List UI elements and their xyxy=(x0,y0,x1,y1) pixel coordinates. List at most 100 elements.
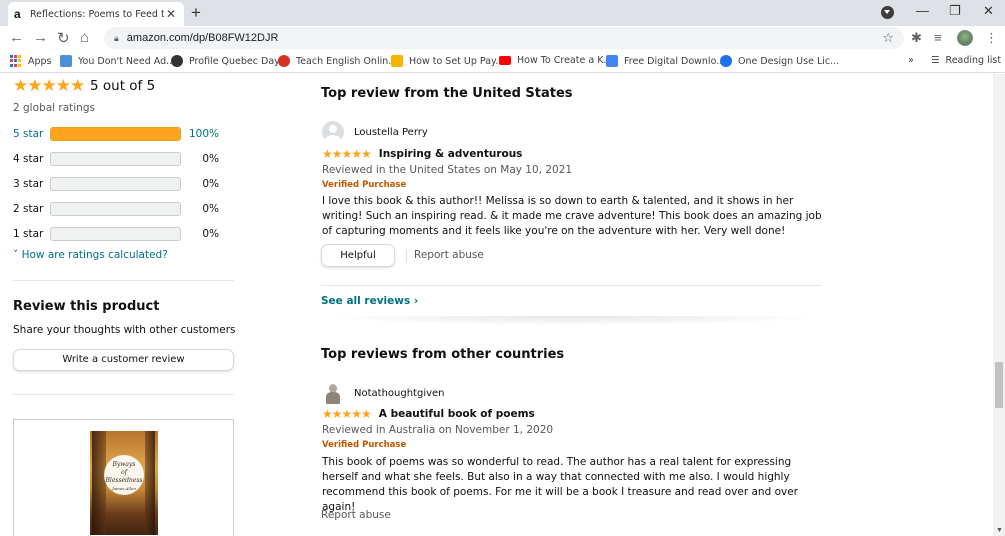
divider xyxy=(13,394,234,395)
divider xyxy=(321,285,822,286)
globe-icon xyxy=(171,55,183,67)
bookmark-item[interactable]: Free Digital Downlo... xyxy=(606,55,725,67)
review-headline[interactable]: ★★★★★ Inspiring & adventurous xyxy=(322,147,522,161)
review-title: Inspiring & adventurous xyxy=(378,148,523,160)
bookmark-item[interactable]: You Don't Need Ad... xyxy=(60,55,175,67)
reload-icon[interactable]: ↻ xyxy=(57,29,70,47)
bookmark-label: How to Set Up Pay... xyxy=(409,55,505,67)
review-date: Reviewed in the United States on May 10,… xyxy=(322,164,573,176)
menu-kebab-icon[interactable]: ⋮ xyxy=(985,30,998,46)
global-ratings-count: 2 global ratings xyxy=(13,102,95,114)
review-body: This book of poems was so wonderful to r… xyxy=(322,456,798,513)
bookmark-favicon-icon xyxy=(278,55,290,67)
tab-search-icon[interactable] xyxy=(881,6,894,19)
cover-title-line: Blessedness xyxy=(105,477,143,484)
bookmarks-overflow-button[interactable]: » xyxy=(908,55,914,66)
how-ratings-calculated-link[interactable]: ˅ How are ratings calculated? xyxy=(13,249,168,261)
close-window-icon[interactable]: ✕ xyxy=(983,3,994,19)
rating-stars-icon[interactable]: ★★★★★ xyxy=(13,76,85,96)
histogram-percent: 100% xyxy=(188,128,219,140)
reading-list-icon: ☰ xyxy=(931,55,940,66)
bookmark-label: Free Digital Downlo... xyxy=(624,55,726,67)
new-tab-button[interactable]: + xyxy=(191,3,201,23)
bookmark-label: Teach English Onlin... xyxy=(296,55,398,67)
youtube-icon xyxy=(499,56,511,65)
reading-list-button[interactable]: ☰ Reading list xyxy=(931,55,1001,66)
review-product-heading: Review this product xyxy=(13,299,160,314)
how-ratings-label: How are ratings calculated? xyxy=(21,249,168,261)
amazon-favicon-icon: a xyxy=(14,7,21,21)
close-tab-icon[interactable]: ✕ xyxy=(164,7,178,21)
cover-tree-graphic xyxy=(145,431,155,535)
sponsored-product-card[interactable]: Byways of Blessedness James Allen xyxy=(13,419,234,536)
review-headline[interactable]: ★★★★★ A beautiful book of poems xyxy=(322,407,535,421)
overflow-chevron-icon: » xyxy=(908,55,914,66)
restore-icon[interactable]: ❐ xyxy=(949,3,961,19)
bookmark-item[interactable]: How to Set Up Pay... xyxy=(391,55,504,67)
review-date: Reviewed in Australia on November 1, 202… xyxy=(322,424,554,436)
histogram-bar xyxy=(50,227,181,241)
profile-avatar[interactable] xyxy=(957,30,973,46)
forward-icon[interactable]: → xyxy=(33,29,48,46)
histogram-fill xyxy=(51,128,180,140)
tab-title: Reflections: Poems to Feed the S xyxy=(30,8,164,20)
histogram-row-5-star[interactable]: 5 star 100% xyxy=(13,126,223,142)
histogram-label: 3 star xyxy=(13,178,44,190)
home-icon[interactable]: ⌂ xyxy=(80,29,89,46)
bookmark-item[interactable]: Teach English Onlin... xyxy=(278,55,397,67)
bookmark-favicon-icon xyxy=(606,55,618,67)
book-cover-image[interactable]: Byways of Blessedness James Allen xyxy=(90,431,158,535)
browser-tab[interactable]: a Reflections: Poems to Feed the S ✕ xyxy=(8,2,184,26)
reviewer-avatar-icon xyxy=(322,382,344,404)
cover-tree-graphic xyxy=(92,431,106,535)
extensions-icon[interactable]: ✱ xyxy=(911,30,922,46)
histogram-label: 2 star xyxy=(13,203,44,215)
reviewer-profile[interactable]: Notathoughtgiven xyxy=(322,382,445,404)
histogram-percent: 0% xyxy=(202,203,219,215)
review-body: I love this book & this author!! Melissa… xyxy=(322,195,822,237)
histogram-row-3-star: 3 star 0% xyxy=(13,176,223,192)
cover-title-seal: Byways of Blessedness James Allen xyxy=(104,455,144,495)
us-reviews-heading: Top review from the United States xyxy=(321,86,573,101)
page-scrollbar[interactable]: ▼ xyxy=(993,74,1005,536)
scroll-down-arrow-icon[interactable]: ▼ xyxy=(996,527,1003,534)
bookmark-apps[interactable]: Apps xyxy=(10,55,52,67)
url-text: amazon.com/dp/B08FW12DJR xyxy=(126,32,279,44)
page-content: ★★★★★ 5 out of 5 2 global ratings 5 star… xyxy=(0,74,993,536)
bookmark-label: Apps xyxy=(28,55,52,67)
bookmark-favicon-icon xyxy=(60,55,72,67)
lock-icon[interactable]: 🔒︎ xyxy=(114,33,119,44)
apps-grid-icon xyxy=(10,55,22,67)
bookmark-item[interactable]: One Design Use Lic... xyxy=(720,55,839,67)
browser-toolbar: ← → ↻ ⌂ 🔒︎ amazon.com/dp/B08FW12DJR ☆ ✱ … xyxy=(0,26,1005,51)
report-abuse-link[interactable]: Report abuse xyxy=(321,509,391,521)
review-title: A beautiful book of poems xyxy=(378,408,535,420)
cover-title-line: of xyxy=(121,469,127,476)
bookmark-item[interactable]: How To Create a K... xyxy=(499,55,612,66)
bookmark-star-icon[interactable]: ☆ xyxy=(882,30,894,46)
histogram-percent: 0% xyxy=(202,228,219,240)
rating-summary: 5 out of 5 xyxy=(90,78,156,94)
bookmark-item[interactable]: Profile Quebec Days xyxy=(171,55,285,67)
report-abuse-link[interactable]: Report abuse xyxy=(414,249,484,261)
reading-list-label: Reading list xyxy=(945,55,1002,66)
histogram-percent: 0% xyxy=(202,178,219,190)
cover-author: James Allen xyxy=(112,486,136,491)
minimize-icon[interactable]: — xyxy=(916,3,929,18)
histogram-label: 1 star xyxy=(13,228,44,240)
histogram-bar xyxy=(50,202,181,216)
see-all-reviews-link[interactable]: See all reviews › xyxy=(321,295,418,307)
media-control-icon[interactable]: ≡ xyxy=(934,30,942,45)
write-review-button[interactable]: Write a customer review xyxy=(13,349,234,371)
bookmark-label: One Design Use Lic... xyxy=(738,55,840,67)
histogram-row-1-star: 1 star 0% xyxy=(13,226,223,242)
scrollbar-thumb[interactable] xyxy=(995,362,1003,408)
back-icon[interactable]: ← xyxy=(9,29,24,46)
helpful-button[interactable]: Helpful xyxy=(321,244,395,267)
reviewer-profile[interactable]: Loustella Perry xyxy=(322,121,428,143)
address-bar[interactable]: 🔒︎ amazon.com/dp/B08FW12DJR ☆ xyxy=(104,27,904,49)
review-product-subtitle: Share your thoughts with other customers xyxy=(13,324,236,336)
histogram-row-2-star: 2 star 0% xyxy=(13,201,223,217)
reviewer-name: Loustella Perry xyxy=(354,126,428,138)
bookmark-favicon-icon xyxy=(391,55,403,67)
